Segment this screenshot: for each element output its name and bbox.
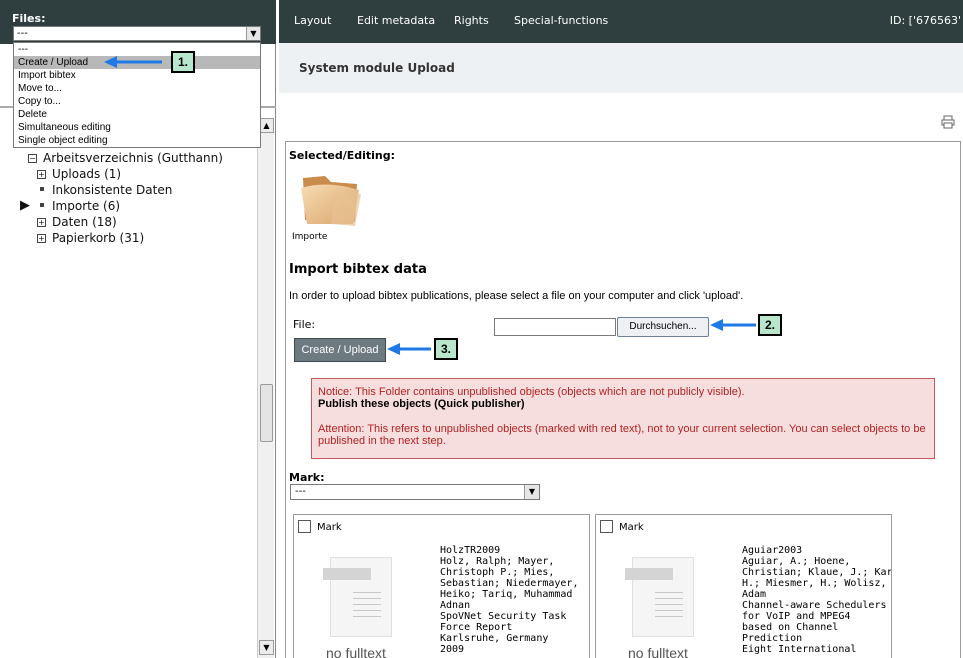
tree-label: Papierkorb (31) bbox=[52, 231, 145, 245]
main-content: System module Upload Selected/Editing: I… bbox=[279, 43, 963, 658]
import-description: In order to upload bibtex publications, … bbox=[289, 290, 744, 302]
notice-text: Notice: This Folder contains unpublished… bbox=[318, 386, 745, 398]
module-header: System module Upload bbox=[279, 43, 963, 93]
files-header: Files: --- ▼ bbox=[0, 0, 276, 44]
chevron-down-icon[interactable]: ▼ bbox=[524, 485, 539, 499]
document-icon[interactable] bbox=[625, 557, 694, 637]
tree-label: Importe (6) bbox=[52, 199, 121, 213]
collapse-icon[interactable]: − bbox=[28, 154, 37, 163]
scroll-up-icon[interactable]: ▲ bbox=[259, 118, 274, 133]
callout-arrow-icon bbox=[710, 319, 756, 331]
browse-button[interactable]: Durchsuchen... bbox=[617, 317, 709, 337]
menu-option-move[interactable]: Move to... bbox=[14, 82, 260, 95]
callout-badge-1: 1. bbox=[171, 51, 195, 73]
left-pane: Files: --- ▼ --- Create / Upload Import … bbox=[0, 0, 276, 658]
tree-label: Inkonsistente Daten bbox=[52, 183, 173, 197]
folder-label: Importe bbox=[292, 232, 328, 242]
tree-label: Daten (18) bbox=[52, 215, 117, 229]
object-metadata: Aguiar2003 Aguiar, A.; Hoene, Christian;… bbox=[742, 545, 892, 655]
upload-panel: Selected/Editing: Importe Import bibtex … bbox=[285, 141, 961, 658]
mark-checkbox-label: Mark bbox=[619, 522, 644, 533]
object-id: ID: ['676563' bbox=[889, 14, 961, 27]
file-label: File: bbox=[293, 318, 316, 331]
no-fulltext-label: no fulltext bbox=[326, 645, 386, 658]
tree-item-papierkorb[interactable]: + Papierkorb (31) bbox=[37, 230, 144, 246]
tree-item-daten[interactable]: + Daten (18) bbox=[37, 214, 117, 230]
print-icon[interactable] bbox=[941, 115, 955, 129]
mark-label: Mark: bbox=[289, 471, 325, 484]
current-folder-pointer-icon: ▶ bbox=[20, 198, 30, 213]
callout-arrow-icon bbox=[387, 343, 431, 355]
files-action-select[interactable]: --- ▼ bbox=[13, 26, 261, 41]
object-card: Mark no fulltext Aguiar2003 Aguiar, A.; … bbox=[595, 514, 892, 658]
folder-icon[interactable] bbox=[297, 168, 367, 228]
mark-checkbox-label: Mark bbox=[317, 522, 342, 533]
scroll-thumb[interactable] bbox=[260, 384, 273, 442]
expand-icon[interactable]: + bbox=[37, 234, 46, 243]
no-fulltext-label: no fulltext bbox=[628, 645, 688, 658]
bullet-icon bbox=[40, 203, 44, 207]
object-card: Mark no fulltext HolzTR2009 Holz, Ralph;… bbox=[293, 514, 590, 658]
mark-select-value: --- bbox=[295, 486, 306, 497]
scroll-down-icon[interactable]: ▼ bbox=[259, 640, 274, 655]
menu-option-single-object-editing[interactable]: Single object editing bbox=[14, 134, 260, 147]
nav-edit-metadata[interactable]: Edit metadata bbox=[357, 14, 435, 27]
create-upload-button[interactable]: Create / Upload bbox=[294, 338, 386, 362]
tree-item-importe[interactable]: Importe (6) bbox=[37, 198, 120, 214]
tree-label: Arbeitsverzeichnis (Gutthann) bbox=[43, 151, 223, 165]
import-title: Import bibtex data bbox=[289, 262, 427, 277]
callout-badge-3: 3. bbox=[434, 338, 458, 360]
menu-option-delete[interactable]: Delete bbox=[14, 108, 260, 121]
files-select-value: --- bbox=[17, 28, 28, 39]
tree-item-inkonsistente-daten[interactable]: Inkonsistente Daten bbox=[37, 182, 172, 198]
expand-icon[interactable]: + bbox=[37, 170, 46, 179]
file-path-input[interactable] bbox=[494, 318, 616, 336]
mark-checkbox[interactable] bbox=[600, 520, 613, 533]
chevron-down-icon[interactable]: ▼ bbox=[246, 27, 260, 40]
callout-arrow-icon bbox=[104, 56, 162, 68]
tree-item-uploads[interactable]: + Uploads (1) bbox=[37, 166, 121, 182]
mark-select[interactable]: --- ▼ bbox=[290, 484, 540, 500]
menu-option-import-bibtex[interactable]: Import bibtex bbox=[14, 69, 260, 82]
nav-special-functions[interactable]: Special-functions bbox=[514, 14, 608, 27]
bullet-icon bbox=[40, 187, 44, 191]
menu-option-simultaneous-editing[interactable]: Simultaneous editing bbox=[14, 121, 260, 134]
tree-label: Uploads (1) bbox=[52, 167, 122, 181]
callout-badge-2: 2. bbox=[758, 314, 782, 336]
app-root: Files: --- ▼ --- Create / Upload Import … bbox=[0, 0, 963, 658]
expand-icon[interactable]: + bbox=[37, 218, 46, 227]
tree-item-arbeitsverzeichnis[interactable]: − Arbeitsverzeichnis (Gutthann) bbox=[28, 150, 223, 166]
nav-rights[interactable]: Rights bbox=[454, 14, 489, 27]
top-navigation: Layout Edit metadata Rights Special-func… bbox=[279, 0, 963, 43]
left-scrollbar[interactable]: ▲ ▼ bbox=[257, 118, 274, 658]
nav-layout[interactable]: Layout bbox=[294, 14, 331, 27]
selected-editing-label: Selected/Editing: bbox=[289, 149, 396, 162]
unpublished-notice: Notice: This Folder contains unpublished… bbox=[311, 378, 935, 459]
page-title: System module Upload bbox=[299, 61, 455, 75]
attention-text: Attention: This refers to unpublished ob… bbox=[318, 423, 926, 447]
object-metadata: HolzTR2009 Holz, Ralph; Mayer, Christoph… bbox=[440, 545, 579, 655]
files-label: Files: bbox=[12, 12, 46, 25]
document-icon[interactable] bbox=[323, 557, 392, 637]
quick-publisher-link[interactable]: Publish these objects (Quick publisher) bbox=[318, 398, 928, 410]
mark-checkbox[interactable] bbox=[298, 520, 311, 533]
menu-option-copy[interactable]: Copy to... bbox=[14, 95, 260, 108]
